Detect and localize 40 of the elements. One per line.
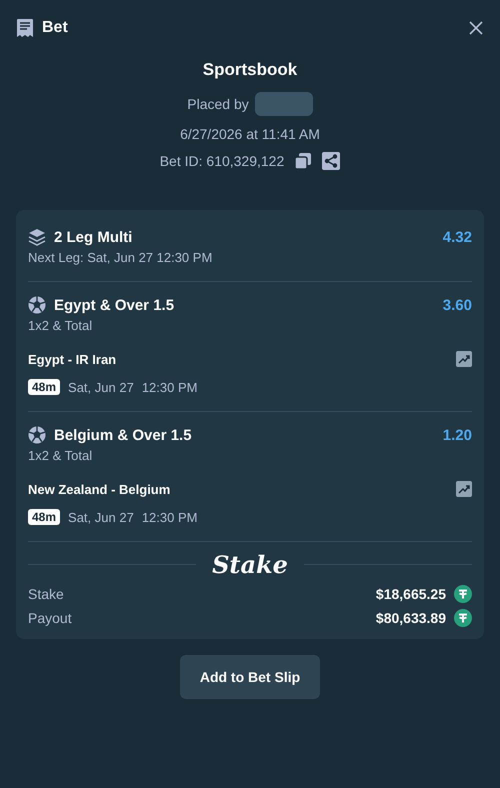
stats-icon[interactable] (456, 481, 472, 497)
leg-title: Belgium & Over 1.5 (54, 426, 192, 444)
soccer-ball-icon (28, 426, 46, 444)
time-badge: 48m (28, 379, 60, 395)
total-odds: 4.32 (442, 228, 472, 246)
close-button[interactable] (468, 20, 484, 36)
time-badge: 48m (28, 509, 60, 525)
dialog-title: Bet (42, 19, 68, 37)
leg-odds: 3.60 (442, 296, 472, 314)
soccer-ball-icon (28, 296, 46, 314)
multi-title: 2 Leg Multi (54, 228, 132, 246)
next-leg: Next Leg: Sat, Jun 27 12:30 PM (28, 250, 214, 265)
market-name: 1x2 & Total (28, 448, 94, 463)
total-label: Stake (28, 586, 64, 602)
leg-odds: 1.20 (442, 426, 472, 444)
stats-icon[interactable] (456, 351, 472, 367)
market-name: 1x2 & Total (28, 318, 94, 333)
book-title: Sportsbook (202, 60, 298, 80)
match-date: Sat, Jun 27 (68, 380, 134, 394)
total-label: Payout (28, 610, 72, 626)
redacted-username (254, 92, 313, 116)
placed-by-label: Placed by (187, 96, 249, 112)
copy-icon[interactable] (294, 152, 312, 170)
add-to-bet-slip-button[interactable]: Add to Bet Slip (180, 655, 320, 699)
match-time: 12:30 PM (142, 510, 198, 524)
coin-icon (454, 609, 472, 627)
bet-id: Bet ID: 610,329,122 (160, 153, 284, 169)
share-icon[interactable] (322, 152, 340, 170)
match-date: Sat, Jun 27 (68, 510, 134, 524)
brand-logo: Stake (212, 550, 288, 579)
leg-title: Egypt & Over 1.5 (54, 296, 174, 314)
receipt-icon (16, 18, 34, 38)
amount-value: $80,633.89 (376, 610, 446, 626)
coin-icon (454, 585, 472, 603)
bet-date: 6/27/2026 at 11:41 AM (180, 126, 320, 142)
match-name: New Zealand - Belgium (28, 482, 170, 496)
match-time: 12:30 PM (142, 380, 198, 394)
layers-icon (28, 228, 46, 246)
amount-value: $18,665.25 (376, 586, 446, 602)
match-name: Egypt - IR Iran (28, 352, 116, 366)
